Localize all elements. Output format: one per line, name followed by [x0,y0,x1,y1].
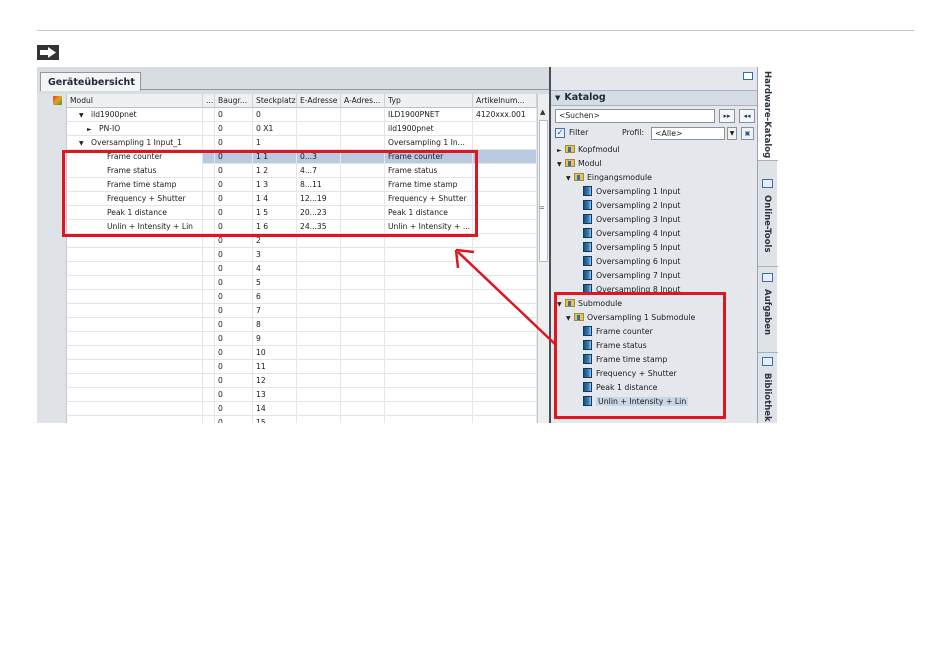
annotation-arrow [454,248,557,346]
